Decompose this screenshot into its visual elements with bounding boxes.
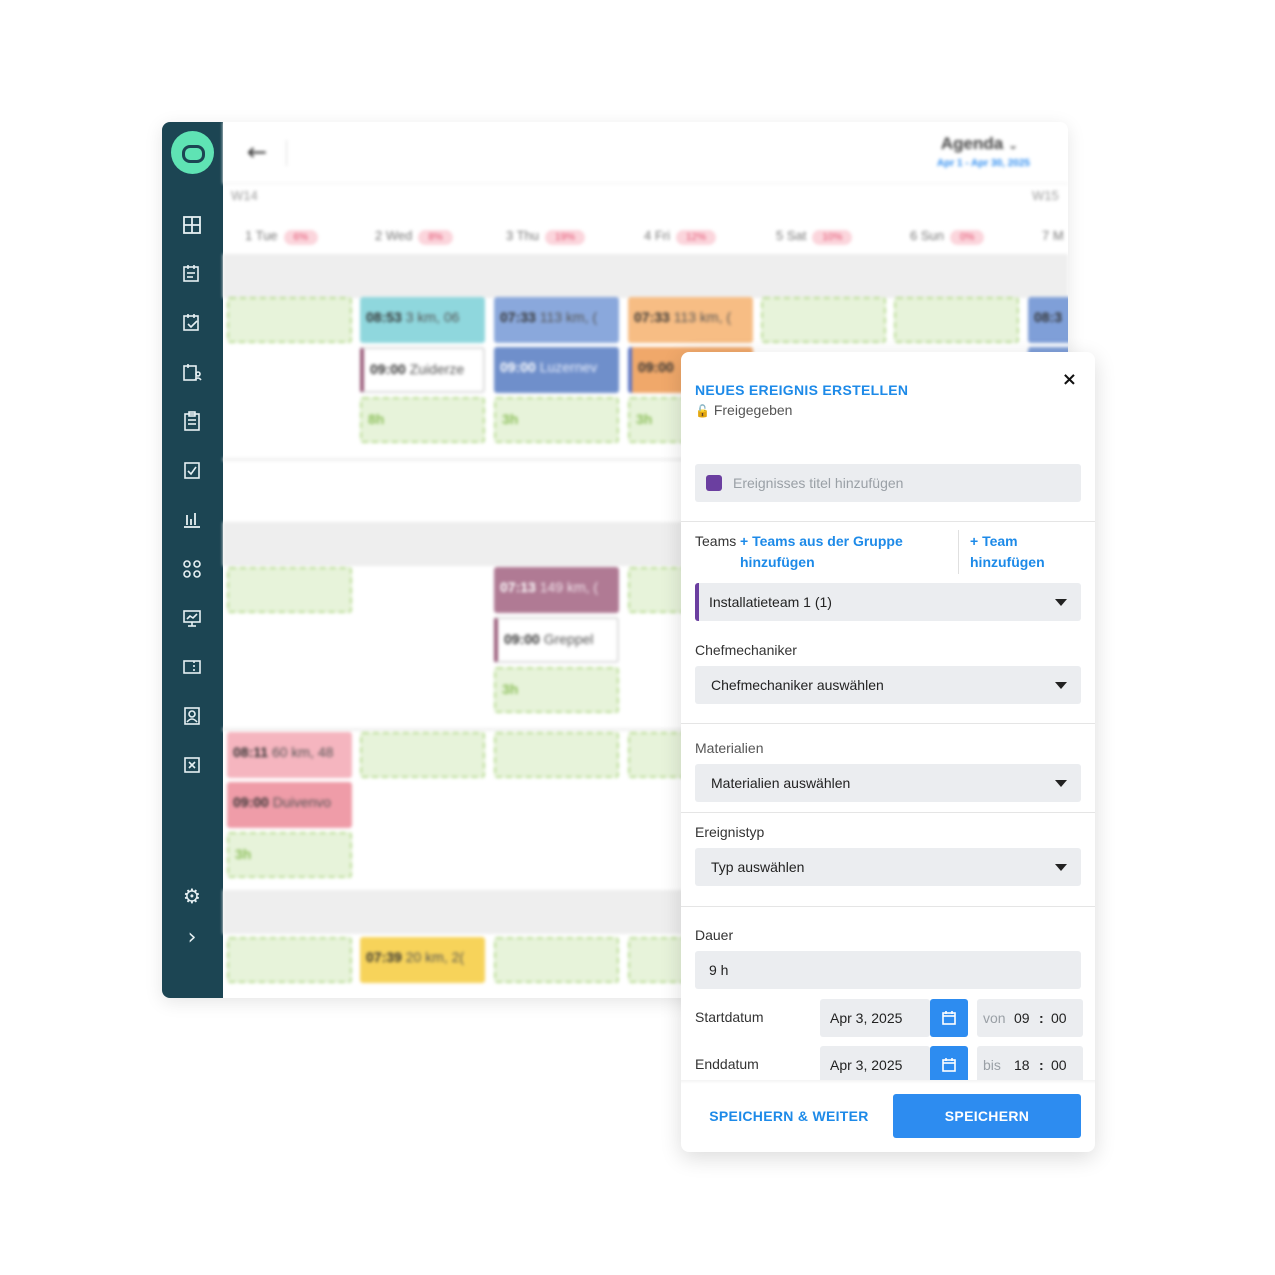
utilization-badge: 19% [545, 230, 586, 245]
section-divider [681, 906, 1095, 907]
add-team-link[interactable]: + Team hinzufügen [970, 531, 1080, 573]
calendar-toolbar: ← Agenda ⌄ Apr 1 - Apr 30, 2025 [223, 122, 1068, 184]
hours-slot[interactable]: 3h [227, 832, 352, 878]
new-event-dialog: NEUES EREIGNIS ERSTELLEN 🔓 Freigegeben ×… [681, 352, 1095, 1152]
event-card[interactable]: 07:33 113 km, ( [628, 297, 753, 343]
end-date-input[interactable]: Apr 3, 2025 [820, 1046, 930, 1084]
section-divider [681, 521, 1095, 522]
section-divider [681, 812, 1095, 813]
start-date-label: Startdatum [695, 1009, 764, 1025]
hours-slot[interactable]: 8h [360, 397, 485, 443]
settings-icon[interactable]: ⚙ [181, 885, 203, 907]
ticket-icon[interactable] [181, 657, 203, 679]
event-card[interactable]: 07:39 20 km, 2( [360, 937, 485, 983]
event-card[interactable]: 09:00 Zuiderze [360, 347, 485, 393]
utilization-badge: 10% [812, 230, 853, 245]
utilization-badge: 0% [949, 230, 985, 245]
event-card[interactable]: 08:3 [1028, 297, 1068, 343]
day-header[interactable]: 3 Thu 19% [506, 228, 586, 245]
contact-card-icon[interactable] [181, 706, 203, 728]
start-date-input[interactable]: Apr 3, 2025 [820, 999, 930, 1037]
workflow-icon[interactable] [181, 559, 203, 581]
expand-chevron-icon[interactable]: › [181, 927, 203, 949]
empty-slot[interactable] [227, 567, 352, 613]
teams-label: Teams [695, 533, 737, 549]
dropdown-arrow-icon [1055, 864, 1067, 871]
link-divider [958, 530, 959, 574]
event-card[interactable]: 08:11 60 km, 48 [227, 732, 352, 778]
utilization-badge: 6% [283, 230, 318, 245]
chef-label: Chefmechaniker [695, 642, 797, 658]
sidebar: ⚙ › [162, 122, 223, 998]
calendar-list-icon[interactable] [181, 263, 203, 285]
day-header[interactable]: 1 Tue 6% [245, 228, 318, 245]
empty-slot[interactable] [494, 732, 619, 778]
event-card[interactable]: 09:00 Greppel [494, 617, 619, 663]
close-icon[interactable]: × [1062, 369, 1077, 390]
hours-slot[interactable]: 3h [494, 667, 619, 713]
hours-slot[interactable]: 3h [494, 397, 619, 443]
event-card[interactable]: 07:33 113 km, ( [494, 297, 619, 343]
calendar-icon[interactable] [930, 1046, 968, 1084]
bar-chart-icon[interactable] [181, 509, 203, 531]
end-date-label: Enddatum [695, 1056, 759, 1072]
back-arrow-icon[interactable]: ← [247, 138, 267, 166]
materials-select[interactable]: Materialien auswählen [695, 764, 1081, 802]
materials-label: Materialien [695, 740, 764, 756]
team-select[interactable]: Installatieteam 1 (1) [695, 583, 1081, 621]
chef-select[interactable]: Chefmechaniker auswählen [695, 666, 1081, 704]
toolbar-divider [286, 140, 287, 166]
presentation-icon[interactable] [181, 608, 203, 630]
empty-slot[interactable] [494, 937, 619, 983]
dropdown-arrow-icon [1055, 682, 1067, 689]
calendar-check-icon[interactable] [181, 312, 203, 334]
app-logo[interactable] [171, 131, 214, 174]
empty-slot[interactable] [227, 297, 352, 343]
event-card[interactable]: 09:00 Luzernev [494, 347, 619, 393]
empty-slot[interactable] [360, 732, 485, 778]
empty-slot[interactable] [227, 937, 352, 983]
empty-slot[interactable] [761, 297, 886, 343]
add-group-teams-link[interactable]: + Teams aus der Gruppe hinzufügen [740, 531, 940, 573]
dialog-title: NEUES EREIGNIS ERSTELLEN [695, 382, 909, 398]
visibility-status[interactable]: 🔓 Freigegeben [695, 402, 792, 418]
utilization-badge: 12% [676, 230, 717, 245]
date-range-label: Apr 1 - Apr 30, 2025 [936, 158, 1030, 169]
start-time-input[interactable]: von 09 : 00 [977, 999, 1083, 1037]
lock-open-icon: 🔓 [695, 404, 710, 418]
task-check-icon[interactable] [181, 460, 203, 482]
empty-slot[interactable] [894, 297, 1019, 343]
duration-label: Dauer [695, 927, 734, 943]
week-label-w14: W14 [231, 188, 258, 203]
event-title-input[interactable]: Ereignisses titel hinzufügen [695, 464, 1081, 502]
close-box-icon[interactable] [181, 755, 203, 777]
event-card[interactable]: 07:13 149 km, ( [494, 567, 619, 613]
event-card[interactable]: 08:53 3 km, 06 [360, 297, 485, 343]
event-color-swatch[interactable] [706, 475, 722, 491]
event-card[interactable]: 09:00 Duivenvo [227, 782, 352, 828]
save-button[interactable]: SPEICHERN [893, 1094, 1081, 1138]
dropdown-arrow-icon [1055, 599, 1067, 606]
utilization-badge: 8% [418, 230, 453, 245]
view-selector[interactable]: Agenda ⌄ [941, 134, 1018, 154]
day-header[interactable]: 4 Fri 12% [644, 228, 717, 245]
day-header[interactable]: 7 M [1042, 228, 1064, 243]
resource-separator [223, 254, 1068, 298]
footer-divider [681, 1080, 1095, 1084]
end-time-input[interactable]: bis 18 : 00 [977, 1046, 1083, 1084]
section-divider [681, 723, 1095, 724]
dashboard-icon[interactable] [181, 215, 203, 237]
calendar-icon[interactable] [930, 999, 968, 1037]
dropdown-arrow-icon [1055, 780, 1067, 787]
day-header[interactable]: 2 Wed 8% [375, 228, 453, 245]
day-header[interactable]: 5 Sat 10% [776, 228, 853, 245]
calendar-user-icon[interactable] [181, 362, 203, 384]
clipboard-icon[interactable] [181, 411, 203, 433]
day-header[interactable]: 6 Sun 0% [910, 228, 985, 245]
week-label-w15: W15 [1032, 188, 1059, 203]
duration-input[interactable]: 9 h [695, 951, 1081, 989]
event-type-label: Ereignistyp [695, 824, 765, 840]
event-type-select[interactable]: Typ auswählen [695, 848, 1081, 886]
save-and-continue-button[interactable]: SPEICHERN & WEITER [701, 1094, 877, 1138]
